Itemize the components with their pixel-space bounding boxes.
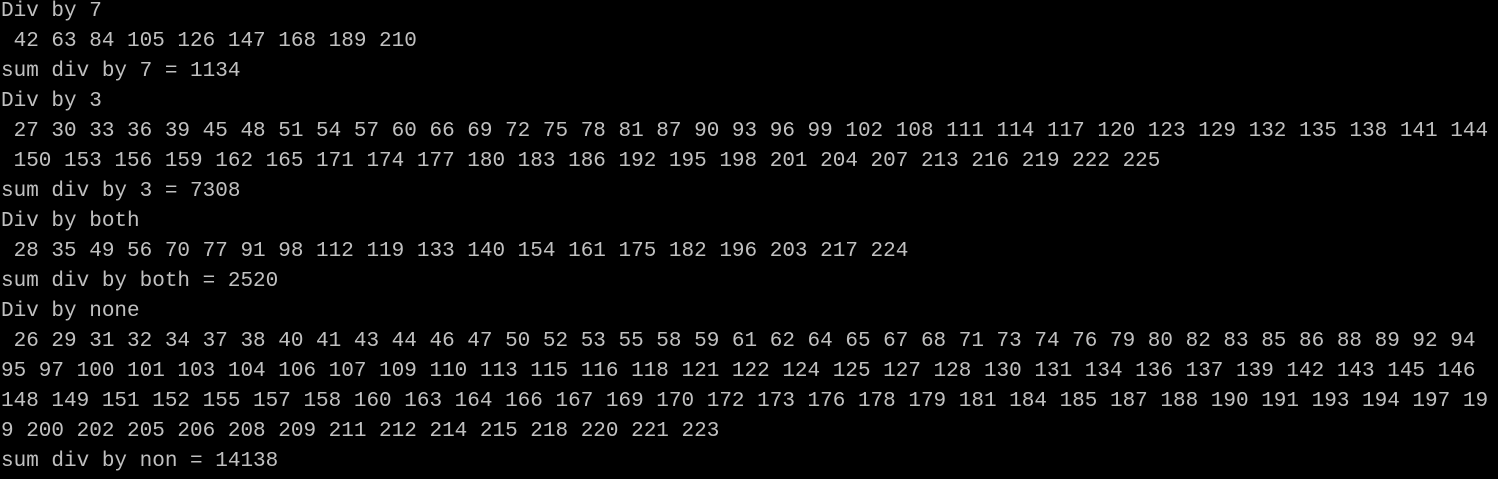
console-line-div-by-none-values-3: 148 149 151 152 155 157 158 160 163 164 … [1, 390, 1489, 413]
console-line-div-by-none-values-1: 26 29 31 32 34 37 38 40 41 43 44 46 47 5… [1, 330, 1476, 353]
console-line-div-by-both-values: 28 35 49 56 70 77 91 98 112 119 133 140 … [1, 240, 909, 263]
console-line-div-by-7-values: 42 63 84 105 126 147 168 189 210 [1, 30, 417, 53]
console-line-sum-div-by-7: sum div by 7 = 1134 [1, 60, 241, 83]
console-line-div-by-7-heading: Div by 7 [1, 0, 102, 23]
console-line-div-by-none-heading: Div by none [1, 300, 140, 323]
console-line-div-by-3-values-1: 27 30 33 36 39 45 48 51 54 57 60 66 69 7… [1, 120, 1489, 143]
console-output: Div by 7 42 63 84 105 126 147 168 189 21… [0, 0, 1498, 479]
console-line-div-by-3-values-2: 150 153 156 159 162 165 171 174 177 180 … [1, 150, 1161, 173]
console-line-div-by-both-heading: Div by both [1, 210, 140, 233]
console-line-sum-div-by-both: sum div by both = 2520 [1, 270, 279, 293]
console-line-sum-div-by-none: sum div by non = 14138 [1, 450, 279, 473]
console-line-div-by-none-values-4: 9 200 202 205 206 208 209 211 212 214 21… [1, 420, 720, 443]
console-line-sum-div-by-3: sum div by 3 = 7308 [1, 180, 241, 203]
console-line-div-by-none-values-2: 95 97 100 101 103 104 106 107 109 110 11… [1, 360, 1476, 383]
console-line-div-by-3-heading: Div by 3 [1, 90, 102, 113]
